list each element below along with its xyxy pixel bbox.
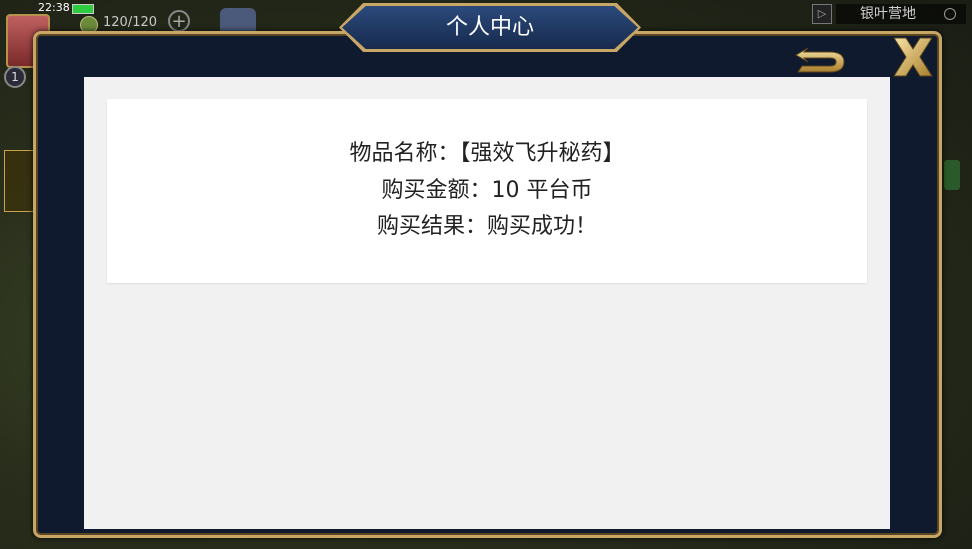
purchase-result-card: 物品名称：【强效飞升秘药】 购买金额：10 平台币 购买结果：购买成功！: [107, 99, 867, 283]
stamina-counter: 120/120: [103, 15, 158, 30]
side-arrow-icon[interactable]: [944, 160, 960, 190]
clock-text: 22:38: [38, 1, 70, 14]
close-button[interactable]: [890, 34, 936, 80]
search-icon[interactable]: [944, 8, 956, 20]
add-stamina-button[interactable]: +: [168, 10, 190, 32]
battery-icon: [72, 4, 94, 14]
location-label: 银叶营地: [836, 4, 966, 24]
close-x-icon: [893, 37, 933, 77]
purchase-amount-line: 购买金额：10 平台币: [381, 178, 593, 203]
dialog-title: 个人中心: [445, 15, 534, 40]
item-name-line: 物品名称：【强效飞升秘药】: [349, 141, 625, 166]
purchase-result-line: 购买结果：购买成功！: [376, 214, 597, 239]
map-toggle-button[interactable]: ▷: [812, 4, 832, 24]
level-badge: 1: [4, 66, 26, 88]
location-name: 银叶营地: [860, 6, 916, 22]
back-arrow-icon: [795, 47, 845, 73]
quest-tracker[interactable]: [4, 150, 36, 212]
back-button[interactable]: [790, 40, 850, 80]
